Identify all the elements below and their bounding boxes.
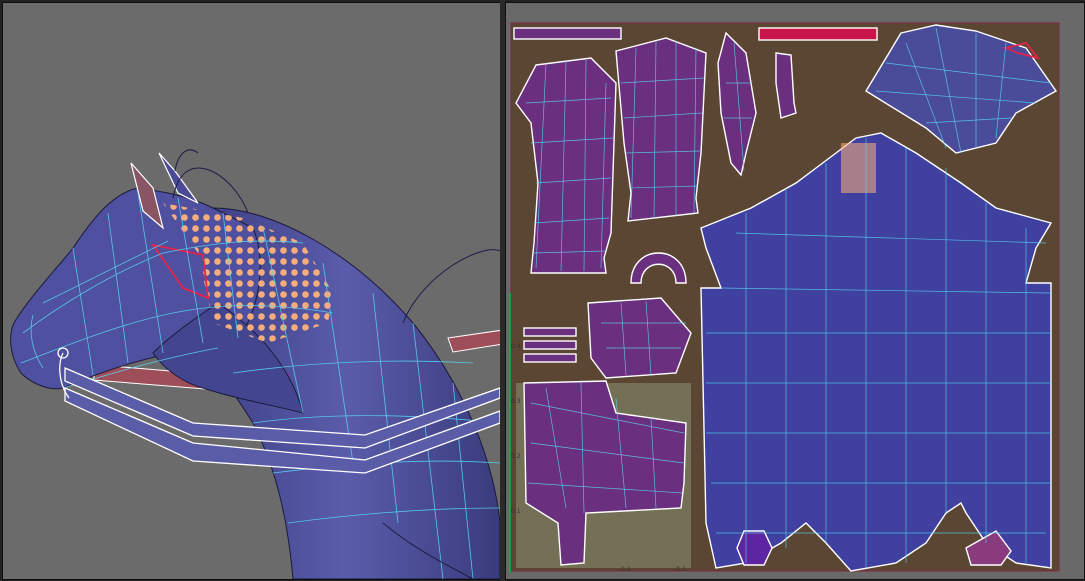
uv-shell-double-strap: [523, 327, 577, 363]
uv-shell-hex: [736, 530, 773, 566]
uv-strip-top-center: [758, 27, 878, 41]
tick-0-1: 0.1: [511, 508, 521, 515]
tick-u-0-2: 0.2: [621, 566, 631, 573]
tick-0-4: 0.4: [511, 343, 521, 350]
tick-0-3: 0.3: [511, 398, 521, 405]
uv-layout: 0.4 0.3 0.2 0.1 0.2 0.3: [509, 22, 1060, 573]
app-frame: 0.4 0.3 0.2 0.1 0.2 0.3: [0, 0, 1085, 581]
uv-editor-viewport[interactable]: 0.4 0.3 0.2 0.1 0.2 0.3: [505, 2, 1085, 580]
uv-strip-top-left: [513, 27, 622, 40]
horse-head-model: [10, 149, 500, 579]
tick-u-0-3: 0.3: [676, 566, 686, 573]
perspective-viewport[interactable]: [2, 2, 501, 580]
tick-0-2: 0.2: [511, 453, 521, 460]
